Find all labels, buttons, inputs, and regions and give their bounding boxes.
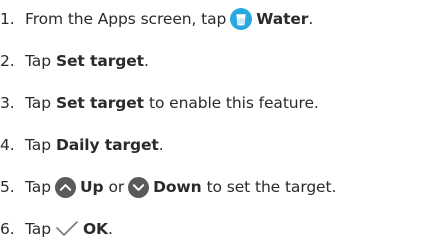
step-text: Tap <box>25 94 51 112</box>
step-1: 1. From the Apps screen, tap Water . <box>0 7 313 31</box>
step-text: Tap <box>25 136 51 154</box>
step-text: to set the target. <box>206 178 337 196</box>
step-number: 4. <box>0 136 15 154</box>
step-4: 4. Tap Daily target . <box>0 133 164 157</box>
step-number: 5. <box>0 178 15 196</box>
step-text: Tap <box>25 52 51 70</box>
step-bold-text: Up <box>79 178 104 196</box>
step-text: . <box>107 220 113 238</box>
step-bold-text: Down <box>153 178 202 196</box>
step-text: or <box>108 178 125 196</box>
step-bold-text: Set target <box>55 52 144 70</box>
instruction-steps: 1. From the Apps screen, tap Water . 2. … <box>0 0 421 247</box>
step-bold-text: OK <box>82 220 108 238</box>
step-text: . <box>308 10 314 28</box>
step-number: 2. <box>0 52 15 70</box>
step-text: . <box>143 52 149 70</box>
step-5: 5. Tap Up or Down to set the target. <box>0 175 336 199</box>
step-number: 3. <box>0 94 15 112</box>
step-number: 1. <box>0 10 15 28</box>
step-number: 6. <box>0 220 15 238</box>
step-6: 6. Tap OK . <box>0 217 113 241</box>
step-bold-text: Daily target <box>55 136 159 154</box>
water-cup-icon <box>230 8 253 30</box>
step-text: . <box>158 136 164 154</box>
step-3: 3. Tap Set target to enable this feature… <box>0 91 319 115</box>
step-bold-text: Water <box>256 10 309 28</box>
chevron-down-circle-icon <box>128 176 150 198</box>
step-text: to enable this feature. <box>148 94 319 112</box>
step-2: 2. Tap Set target . <box>0 49 149 73</box>
step-text: From the Apps screen, tap <box>25 10 227 28</box>
step-text: Tap <box>25 220 51 238</box>
step-bold-text: Set target <box>55 94 144 112</box>
check-icon <box>55 220 79 238</box>
step-text: Tap <box>25 178 51 196</box>
chevron-up-circle-icon <box>54 176 76 198</box>
